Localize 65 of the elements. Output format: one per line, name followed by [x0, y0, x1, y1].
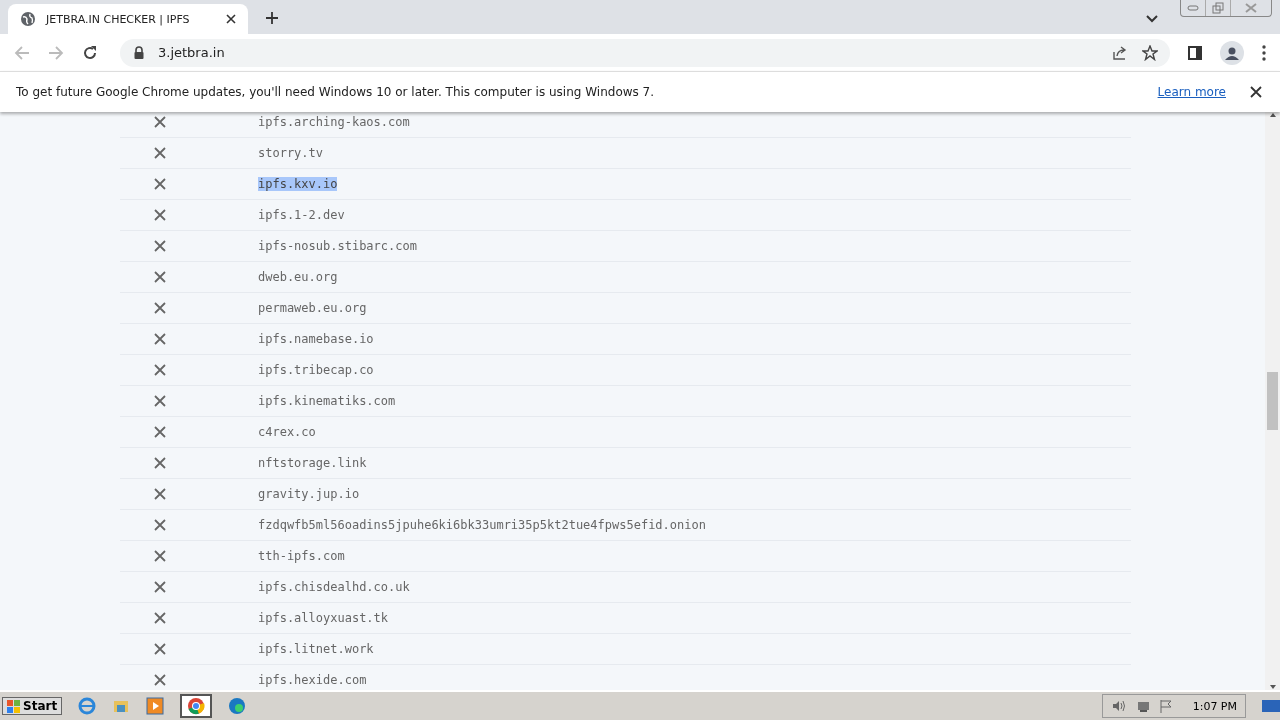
- cross-icon: [154, 612, 166, 624]
- host-name: ipfs.litnet.work: [258, 642, 374, 656]
- avatar-icon[interactable]: [1220, 40, 1244, 65]
- taskbar-button[interactable]: [180, 694, 213, 718]
- new-tab-icon[interactable]: [265, 11, 279, 25]
- address-bar[interactable]: 3.jetbra.in: [120, 38, 1170, 67]
- host-name: ipfs-nosub.stibarc.com: [258, 239, 417, 253]
- cross-icon: [154, 550, 166, 562]
- host-name: ipfs.kinematiks.com: [258, 394, 396, 408]
- cross-icon: [154, 364, 166, 376]
- share-icon[interactable]: [1112, 44, 1128, 61]
- media-player-icon[interactable]: [146, 697, 165, 715]
- clock: 1:07 PM: [1192, 699, 1237, 713]
- cross-icon: [154, 488, 166, 500]
- host-name: ipfs.alloyxuast.tk: [258, 611, 389, 625]
- cross-icon: [154, 116, 166, 128]
- cross-icon: [154, 240, 166, 252]
- close-icon[interactable]: [226, 14, 236, 24]
- cross-icon: [154, 271, 166, 283]
- cross-icon: [154, 395, 166, 407]
- cross-icon: [154, 674, 166, 686]
- host-name: ipfs.arching-kaos.com: [258, 115, 410, 129]
- host-name: ipfs.namebase.io: [258, 332, 374, 346]
- host-name: dweb.eu.org: [258, 270, 338, 284]
- cross-icon: [154, 643, 166, 655]
- browser-icon[interactable]: [78, 697, 97, 715]
- host-name: tth-ipfs.com: [258, 549, 345, 563]
- cross-icon: [154, 147, 166, 159]
- side-panel-icon[interactable]: [1188, 45, 1202, 60]
- cross-icon: [154, 519, 166, 531]
- cross-icon: [154, 426, 166, 438]
- host-name: ipfs.chisdealhd.co.uk: [258, 580, 410, 594]
- windows-logo-icon: [7, 699, 21, 713]
- cross-icon: [154, 302, 166, 314]
- speaker-icon[interactable]: [1110, 699, 1127, 713]
- close-icon[interactable]: [1250, 86, 1262, 98]
- cross-icon: [154, 209, 166, 221]
- menu-icon[interactable]: [1262, 44, 1266, 61]
- lock-icon: [134, 46, 144, 59]
- host-name: ipfs.kxv.io: [258, 177, 338, 191]
- update-message: To get future Google Chrome updates, you'll need Windows 10 or later. This computer is using Windows 7.: [16, 85, 655, 99]
- cross-icon: [154, 457, 166, 469]
- host-name: gravity.jup.io: [258, 487, 360, 501]
- host-name: ipfs.hexide.com: [258, 673, 367, 687]
- host-name: ipfs.1-2.dev: [258, 208, 345, 222]
- chevron-icon[interactable]: [1146, 15, 1158, 23]
- globe-icon: [20, 11, 36, 27]
- tab-title: JETBRA.IN CHECKER | IPFS: [46, 12, 191, 26]
- start-button[interactable]: Start: [2, 697, 63, 715]
- cross-icon: [154, 581, 166, 593]
- learn-more-link[interactable]: Learn more: [1157, 85, 1226, 99]
- cross-icon: [154, 333, 166, 345]
- host-name: storry.tv: [258, 146, 324, 160]
- cross-icon: [154, 178, 166, 190]
- browser-tab[interactable]: JETBRA.IN CHECKER | IPFS: [8, 4, 248, 34]
- host-name: nftstorage.link: [258, 456, 367, 470]
- host-name: c4rex.co: [258, 425, 316, 439]
- reload-icon[interactable]: [82, 44, 98, 61]
- flag-icon[interactable]: [1158, 699, 1173, 713]
- browser-logo-icon: [187, 697, 206, 715]
- host-name: permaweb.eu.org: [258, 301, 367, 315]
- star-icon[interactable]: [1142, 44, 1158, 61]
- host-name: ipfs.tribecap.co: [258, 363, 374, 377]
- scrollbar-thumb[interactable]: [1267, 372, 1278, 430]
- host-name: fzdqwfb5ml56oadins5jpuhe6ki6bk33umri35p5kt2tue4fpws5efid.onion: [258, 518, 706, 532]
